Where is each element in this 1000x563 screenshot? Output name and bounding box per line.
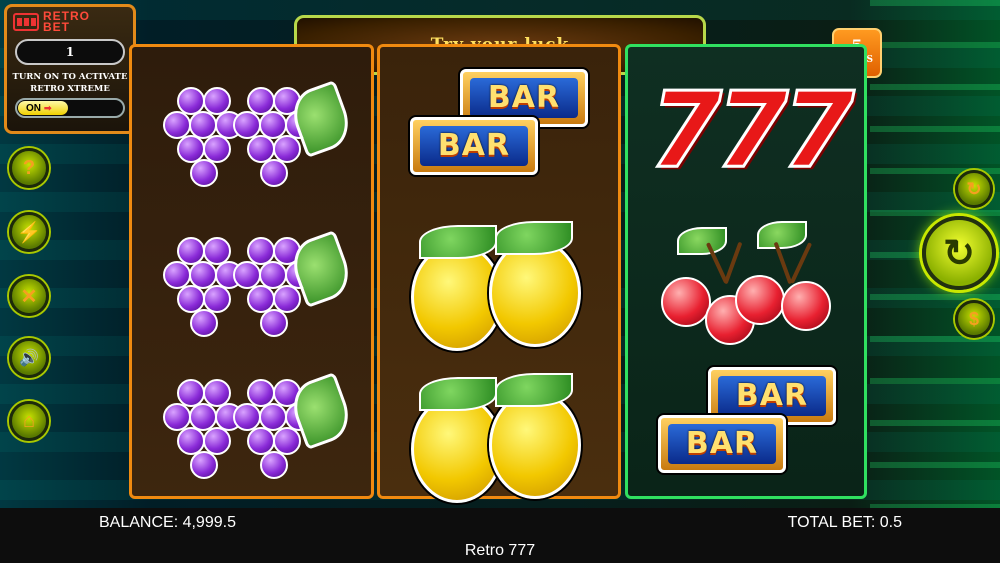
question-icon: ? <box>22 156 36 179</box>
game-title: Retro 777 <box>464 542 536 559</box>
grapes-symbol <box>147 217 357 357</box>
logo-line2: BET <box>43 20 70 34</box>
xtreme-multiplier: 1 <box>15 39 125 65</box>
settings-button[interactable]: ✕ <box>9 276 49 316</box>
grapes-symbol <box>147 67 357 207</box>
activate-text: TURN ON TO ACTIVATE RETRO XTREME <box>12 72 128 94</box>
toggle-knob: ON ➡ <box>18 101 68 115</box>
reel-2: BAR BAR <box>377 44 621 503</box>
tools-icon: ✕ <box>20 285 38 308</box>
lightning-icon: ⚡ <box>16 221 42 244</box>
arrow-right-icon: ➡ <box>44 102 52 113</box>
slot-logo-icon <box>13 13 39 31</box>
spin-icon: ↻ <box>943 232 975 275</box>
footer-bar: BALANCE: 4,999.5 TOTAL BET: 0.5 Retro 77… <box>0 508 1000 563</box>
retro-xtreme-panel: RETRO BET 1 TURN ON TO ACTIVATE RETRO XT… <box>4 4 136 134</box>
xtreme-toggle[interactable]: ON ➡ <box>15 98 125 118</box>
bar-symbol: BAR <box>658 415 786 473</box>
turbo-button[interactable]: ⚡ <box>9 212 49 252</box>
grapes-symbol <box>147 369 357 509</box>
cherries-symbol <box>653 217 843 347</box>
bet-button[interactable]: $ <box>955 300 993 338</box>
seven-symbol: 777 <box>648 68 856 193</box>
autoplay-button[interactable]: ↻ <box>955 170 993 208</box>
coin-icon: $ <box>968 308 979 329</box>
home-icon: ⌂ <box>22 409 36 432</box>
reel-3: 777 BAR BAR <box>625 44 867 499</box>
help-button[interactable]: ? <box>9 148 49 188</box>
home-button[interactable]: ⌂ <box>9 401 49 441</box>
total-bet-text: TOTAL BET: 0.5 <box>787 514 902 531</box>
refresh-icon: ↻ <box>966 178 982 199</box>
logo: RETRO BET <box>7 7 133 33</box>
lemon-symbol <box>405 217 595 357</box>
reel-1 <box>129 44 374 499</box>
bar-symbol: BAR <box>410 117 538 175</box>
balance-text: BALANCE: 4,999.5 <box>99 514 236 531</box>
speaker-icon: 🔊 <box>19 350 39 367</box>
spin-button[interactable]: ↻ <box>922 216 996 290</box>
lemon-symbol <box>405 369 595 509</box>
sound-button[interactable]: 🔊 <box>9 338 49 378</box>
